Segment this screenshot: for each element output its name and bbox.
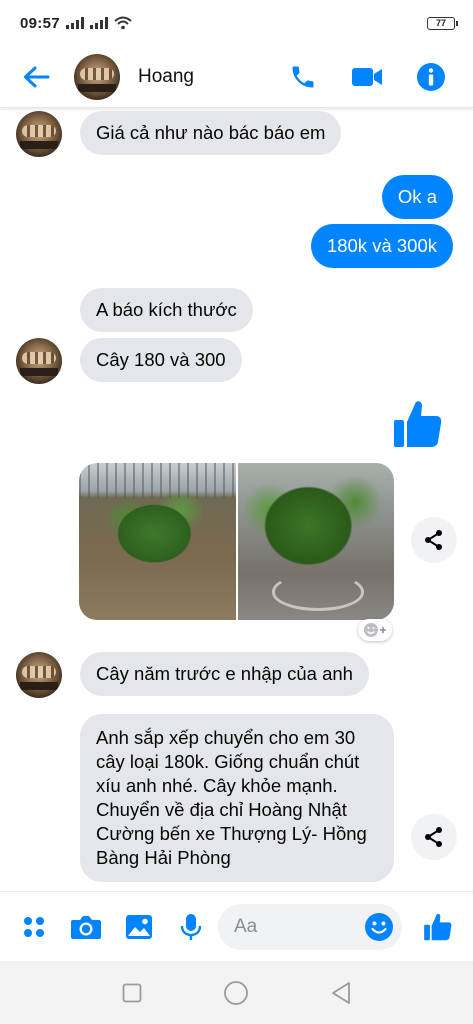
image-icon[interactable]: [121, 909, 157, 945]
status-bar: 09:57 77: [0, 0, 473, 46]
conversation-header: Hoang: [0, 46, 473, 108]
avatar[interactable]: [16, 338, 62, 384]
avatar[interactable]: [74, 53, 120, 100]
wifi-icon: [114, 16, 132, 30]
video-camera-icon[interactable]: [347, 57, 387, 97]
message-bubble-incoming[interactable]: Anh sắp xếp chuyển cho em 30 cây loại 18…: [80, 714, 394, 882]
message-bubble-outgoing[interactable]: Ok a: [381, 175, 453, 219]
contact-name[interactable]: Hoang: [138, 66, 283, 88]
like-sticker-icon[interactable]: [393, 398, 443, 450]
share-icon[interactable]: [411, 814, 457, 860]
plant-photo[interactable]: [79, 463, 236, 620]
camera-icon[interactable]: [68, 909, 104, 945]
share-icon[interactable]: [411, 517, 457, 563]
microphone-icon[interactable]: [173, 909, 209, 945]
message-bubble-incoming[interactable]: Cây 180 và 300: [80, 338, 242, 382]
message-bubble-incoming[interactable]: Giá cả như nào bác báo em: [80, 111, 342, 155]
message-bubble-incoming[interactable]: A báo kích thước: [80, 288, 253, 332]
message-bubble-outgoing[interactable]: 180k và 300k: [310, 224, 453, 268]
home-icon[interactable]: [221, 978, 251, 1008]
back-icon[interactable]: [326, 978, 356, 1008]
signal-icon: [89, 17, 108, 29]
message-bubble-incoming[interactable]: Cây năm trước e nhập của anh: [80, 652, 369, 696]
avatar[interactable]: [16, 111, 62, 157]
message-list[interactable]: Giá cả như nào bác báo em Ok a 180k và 3…: [0, 109, 473, 891]
recent-apps-icon[interactable]: [117, 978, 147, 1008]
battery-icon: 77: [427, 17, 458, 30]
message-input-box[interactable]: [218, 904, 402, 950]
signal-icon: [65, 17, 84, 29]
like-icon[interactable]: [420, 909, 456, 945]
photo-attachment[interactable]: [79, 463, 394, 620]
phone-icon[interactable]: [283, 57, 323, 97]
info-icon[interactable]: [411, 57, 451, 97]
back-arrow-icon[interactable]: [18, 59, 54, 95]
plant-photo[interactable]: [237, 463, 394, 620]
message-composer: [0, 891, 473, 961]
menu-dots-icon[interactable]: [16, 909, 52, 945]
message-input[interactable]: [234, 916, 344, 938]
system-navigation-bar: [0, 961, 473, 1024]
add-reaction-icon[interactable]: [358, 619, 392, 641]
emoji-icon[interactable]: [364, 912, 394, 942]
status-time: 09:57: [20, 14, 60, 32]
avatar[interactable]: [16, 652, 62, 698]
